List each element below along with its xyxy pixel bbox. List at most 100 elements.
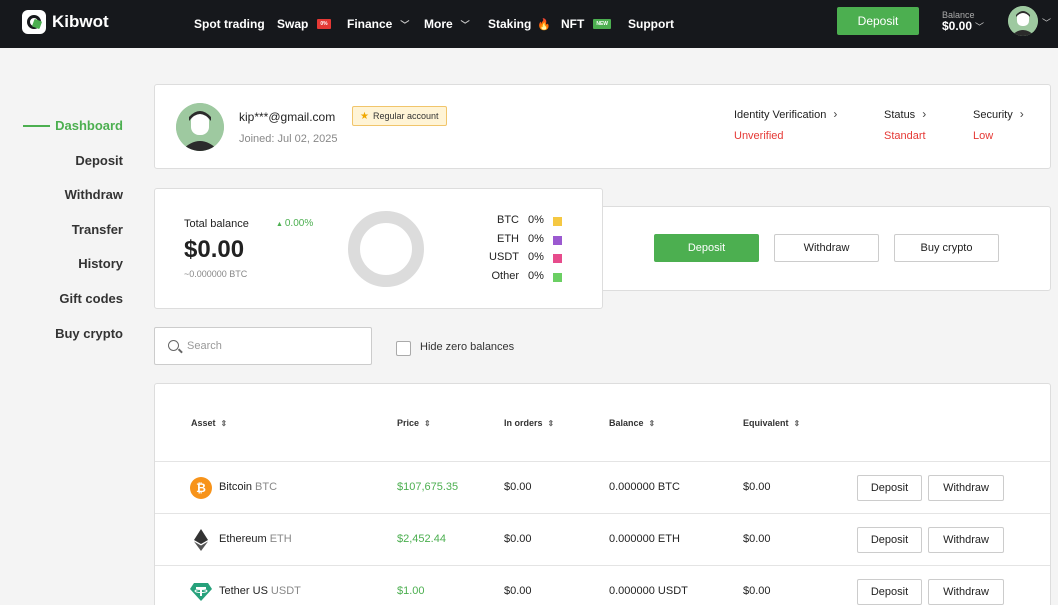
balance-withdraw-button[interactable]: Withdraw: [774, 234, 879, 262]
bitcoin-icon: ₿: [190, 477, 212, 499]
tether-icon: [190, 581, 212, 603]
identity-verification[interactable]: Identity Verification › Unverified: [734, 107, 837, 142]
status-value: Standart: [884, 130, 926, 142]
sidebar-item-dashboard[interactable]: Dashboard: [55, 118, 123, 133]
legend-usdt-pct: 0%: [528, 251, 544, 263]
col-in-orders[interactable]: In orders ⇕: [504, 418, 554, 428]
nav-nft[interactable]: NFT NEW: [561, 0, 611, 48]
sidebar-item-transfer[interactable]: Transfer: [72, 222, 123, 237]
status-label: Status: [884, 109, 916, 121]
account-type-badge: ★ Regular account: [352, 106, 447, 126]
assets-table: Asset ⇕ Price ⇕ In orders ⇕ Balance ⇕ Equiva…: [154, 383, 1051, 605]
legend-other-pct: 0%: [528, 270, 544, 282]
col-balance[interactable]: Balance ⇕: [609, 418, 655, 428]
col-price[interactable]: Price ⇕: [397, 418, 431, 428]
asset-balance: 0.000000 ETH: [609, 533, 680, 545]
legend-eth-name: ETH: [497, 233, 519, 245]
balance-deposit-button[interactable]: Deposit: [654, 234, 759, 262]
legend-other-name: Other: [491, 270, 519, 282]
brand-logo[interactable]: Kibwot: [22, 10, 109, 34]
user-avatar[interactable]: [1008, 6, 1038, 36]
row-deposit-button[interactable]: Deposit: [857, 527, 922, 553]
table-row: Ethereum ETH $2,452.44 $0.00 0.000000 ETH…: [155, 513, 1050, 565]
nav-spot-trading[interactable]: Spot trading: [194, 0, 265, 48]
legend-eth-swatch: [553, 236, 562, 245]
nav-finance[interactable]: Finance ﹀: [347, 0, 409, 48]
profile-card: kip***@gmail.com Joined: Jul 02, 2025 ★ …: [154, 84, 1051, 169]
asset-name: Tether US USDT: [219, 585, 301, 597]
nav-nft-label: NFT: [561, 17, 585, 31]
col-equivalent-label: Equivalent: [743, 418, 789, 428]
chevron-right-icon: ›: [922, 107, 927, 121]
asset-symbol: BTC: [255, 481, 278, 493]
asset-search[interactable]: [154, 327, 372, 365]
sidebar-item-history[interactable]: History: [78, 256, 123, 271]
nft-new-badge: NEW: [593, 19, 611, 29]
profile-avatar: [176, 103, 224, 151]
account-type-label: Regular account: [372, 111, 439, 121]
header-balance[interactable]: Balance $0.00 ﹀: [942, 10, 984, 33]
user-avatar-icon: [176, 103, 224, 151]
col-price-label: Price: [397, 418, 420, 428]
chevron-down-icon: ﹀: [460, 19, 470, 30]
account-security[interactable]: Security › Low: [973, 107, 1024, 142]
chevron-down-icon[interactable]: ﹀: [1042, 16, 1051, 29]
chevron-right-icon: ›: [1019, 107, 1024, 121]
hide-zero-checkbox[interactable]: [396, 341, 411, 356]
header-deposit-button[interactable]: Deposit: [837, 7, 919, 35]
top-navbar: Kibwot Spot trading Swap 0% Finance ﹀ More…: [0, 0, 1058, 48]
hide-zero-label[interactable]: Hide zero balances: [420, 341, 514, 353]
row-deposit-button[interactable]: Deposit: [857, 579, 922, 605]
nav-staking-label: Staking: [488, 17, 532, 31]
asset-name-text: Bitcoin: [219, 481, 253, 493]
asset-price: $2,452.44: [397, 533, 446, 545]
sidebar-item-gift-codes[interactable]: Gift codes: [59, 291, 123, 306]
sort-icon: ⇕: [424, 419, 431, 428]
nav-more[interactable]: More ﹀: [424, 0, 470, 48]
asset-price: $107,675.35: [397, 481, 459, 493]
arrow-up-icon: ▲: [276, 221, 285, 228]
sidebar-item-withdraw[interactable]: Withdraw: [65, 187, 123, 202]
asset-name-text: Ethereum: [219, 533, 267, 545]
sidebar-item-buy-crypto[interactable]: Buy crypto: [55, 326, 123, 341]
asset-balance: 0.000000 USDT: [609, 585, 688, 597]
sort-icon: ⇕: [220, 419, 228, 428]
asset-equivalent: $0.00: [743, 585, 771, 597]
row-withdraw-button[interactable]: Withdraw: [928, 475, 1004, 501]
buy-crypto-button[interactable]: Buy crypto: [894, 234, 999, 262]
sort-icon: ⇕: [648, 419, 656, 428]
asset-equivalent: $0.00: [743, 481, 771, 493]
nav-more-label: More: [424, 17, 453, 31]
nav-staking[interactable]: Staking 🔥: [488, 0, 551, 48]
col-equivalent[interactable]: Equivalent ⇕: [743, 418, 800, 428]
sidebar-item-deposit[interactable]: Deposit: [75, 153, 123, 168]
search-input[interactable]: [187, 337, 357, 355]
sort-icon: ⇕: [793, 419, 801, 428]
col-asset-label: Asset: [191, 418, 216, 428]
total-balance-value: $0.00: [184, 236, 245, 263]
nav-support[interactable]: Support: [628, 0, 674, 48]
asset-equivalent: $0.00: [743, 533, 771, 545]
balance-btc-equivalent: ~0.000000 BTC: [184, 269, 248, 279]
row-withdraw-button[interactable]: Withdraw: [928, 579, 1004, 605]
search-icon: [168, 340, 179, 351]
col-asset[interactable]: Asset ⇕: [191, 418, 227, 428]
table-row: ₿ Bitcoin BTC $107,675.35 $0.00 0.000000 …: [155, 461, 1050, 513]
asset-in-orders: $0.00: [504, 585, 532, 597]
legend-btc-pct: 0%: [528, 214, 544, 226]
account-status[interactable]: Status › Standart: [884, 107, 926, 142]
total-balance-label: Total balance: [184, 218, 249, 230]
security-value: Low: [973, 130, 994, 142]
logo-icon: [22, 10, 46, 34]
asset-in-orders: $0.00: [504, 533, 532, 545]
sort-icon: ⇕: [547, 419, 555, 428]
row-withdraw-button[interactable]: Withdraw: [928, 527, 1004, 553]
chevron-down-icon: ﹀: [400, 19, 410, 30]
allocation-donut-chart: [348, 211, 424, 287]
brand-name: Kibwot: [52, 12, 109, 31]
nav-swap[interactable]: Swap 0%: [277, 0, 331, 48]
balance-actions-card: Deposit Withdraw Buy crypto: [598, 206, 1051, 291]
legend-usdt-swatch: [553, 254, 562, 263]
row-deposit-button[interactable]: Deposit: [857, 475, 922, 501]
asset-name: Bitcoin BTC: [219, 481, 277, 493]
